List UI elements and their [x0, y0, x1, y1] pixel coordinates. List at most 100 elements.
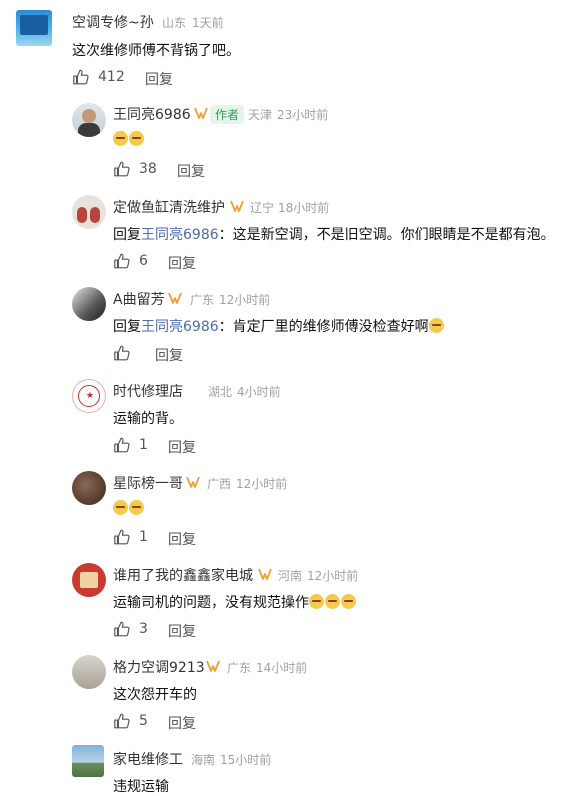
verified-icon — [194, 107, 208, 119]
username[interactable]: 定做鱼缸清洗维护 — [113, 197, 225, 217]
emoji-icon — [129, 131, 144, 146]
thumbs-up-icon — [113, 528, 131, 546]
verified-icon — [168, 292, 182, 304]
location: 广东 — [227, 661, 252, 675]
username[interactable]: 星际榜一哥 — [113, 473, 183, 493]
location: 广东 — [190, 293, 215, 307]
avatar[interactable] — [16, 10, 52, 46]
username[interactable]: 家电维修工 — [113, 749, 183, 769]
comment-text — [113, 500, 145, 517]
emoji-icon — [129, 500, 144, 515]
like-button[interactable] — [113, 344, 139, 362]
username[interactable]: 格力空调9213 — [113, 657, 205, 677]
like-button[interactable]: 3 — [113, 620, 148, 638]
emoji-icon — [309, 594, 324, 609]
avatar[interactable] — [72, 745, 104, 777]
reply-button[interactable]: 回复 — [155, 345, 183, 365]
reply-button[interactable]: 回复 — [168, 713, 196, 733]
reply-prefix: 回复 — [113, 227, 141, 243]
comment-text — [113, 131, 145, 148]
verified-icon — [230, 200, 244, 212]
username[interactable]: 谁用了我的鑫鑫家电城 — [113, 565, 253, 585]
timestamp: 18小时前 — [278, 201, 330, 215]
reply-prefix: 回复 — [113, 319, 141, 335]
timestamp: 23小时前 — [277, 108, 329, 122]
location: 湖北 — [208, 385, 233, 399]
timestamp: 14小时前 — [256, 661, 308, 675]
avatar[interactable] — [72, 287, 106, 321]
thumbs-up-icon — [113, 712, 131, 730]
avatar-image — [80, 572, 98, 588]
location: 海南 — [191, 753, 216, 767]
comment-text: 运输的背。 — [113, 411, 183, 427]
like-button[interactable]: 5 — [113, 712, 148, 730]
reply-body: ：这是新空调，不是旧空调。你们眼睛是不是都有泡。 — [218, 227, 555, 243]
like-count: 6 — [139, 253, 148, 269]
emoji-icon — [113, 500, 128, 515]
reply-target-link[interactable]: 王同亮6986 — [141, 227, 219, 243]
emoji-icon — [428, 318, 444, 333]
avatar[interactable] — [72, 471, 106, 505]
username[interactable]: 王同亮6986 — [113, 104, 191, 124]
avatar-image — [77, 207, 87, 223]
location: 辽宁 — [250, 201, 275, 215]
location: 广西 — [207, 477, 232, 491]
avatar-image — [82, 109, 96, 123]
location: 山东 — [162, 16, 187, 30]
verified-icon — [206, 660, 220, 672]
thumbs-up-icon — [113, 344, 131, 362]
like-count: 3 — [139, 621, 148, 637]
comment-text: 回复王同亮6986：这是新空调，不是旧空调。你们眼睛是不是都有泡。 — [113, 224, 555, 244]
avatar[interactable] — [72, 195, 106, 229]
reply-button[interactable]: 回复 — [145, 69, 173, 89]
thumbs-up-icon — [113, 252, 131, 270]
timestamp: 12小时前 — [236, 477, 288, 491]
thumbs-up-icon — [72, 68, 90, 86]
verified-icon — [258, 568, 272, 580]
thumbs-up-icon — [113, 620, 131, 638]
like-button[interactable]: 1 — [113, 436, 148, 454]
reply-button[interactable]: 回复 — [168, 529, 196, 549]
emoji-icon — [341, 594, 356, 609]
author-badge: 作者 — [210, 105, 245, 124]
like-button[interactable]: 1 — [113, 528, 148, 546]
comment-text: 运输司机的问题，没有规范操作 — [113, 592, 357, 612]
reply-body: ：肯定厂里的维修师傅没检查好啊 — [218, 319, 429, 335]
comment-text: 这次维修师傅不背锅了吧。 — [72, 43, 240, 59]
username[interactable]: 时代修理店 — [113, 381, 183, 401]
avatar[interactable]: ★ — [72, 379, 106, 413]
reply-button[interactable]: 回复 — [177, 161, 205, 181]
like-count: 1 — [139, 437, 148, 453]
username[interactable]: 空调专修~孙 — [72, 12, 154, 32]
timestamp: 4小时前 — [237, 385, 281, 399]
like-button[interactable]: 38 — [113, 160, 157, 178]
reply-button[interactable]: 回复 — [168, 253, 196, 273]
like-count: 412 — [98, 69, 125, 85]
like-count: 38 — [139, 161, 157, 177]
reply-button[interactable]: 回复 — [168, 621, 196, 641]
thumbs-up-icon — [113, 436, 131, 454]
comment-body: 运输司机的问题，没有规范操作 — [113, 595, 309, 611]
reply-target-link[interactable]: 王同亮6986 — [141, 319, 219, 335]
comment-text: 回复王同亮6986：肯定厂里的维修师傅没检查好啊 — [113, 316, 445, 336]
username[interactable]: A曲留芳 — [113, 289, 165, 309]
like-count: 1 — [139, 529, 148, 545]
avatar[interactable] — [72, 655, 106, 689]
avatar[interactable] — [72, 103, 106, 137]
timestamp: 1天前 — [192, 16, 224, 30]
comment-text: 这次怨开车的 — [113, 687, 197, 703]
emoji-icon — [113, 131, 128, 146]
location: 天津 — [248, 108, 273, 122]
comment-text: 违规运输 — [113, 779, 169, 795]
timestamp: 15小时前 — [220, 753, 272, 767]
like-button[interactable]: 412 — [72, 68, 125, 86]
timestamp: 12小时前 — [307, 569, 359, 583]
avatar[interactable] — [72, 563, 106, 597]
avatar-image — [20, 15, 48, 35]
like-button[interactable]: 6 — [113, 252, 148, 270]
location: 河南 — [278, 569, 303, 583]
verified-icon — [186, 476, 200, 488]
timestamp: 12小时前 — [219, 293, 271, 307]
reply-button[interactable]: 回复 — [168, 437, 196, 457]
like-count: 5 — [139, 713, 148, 729]
